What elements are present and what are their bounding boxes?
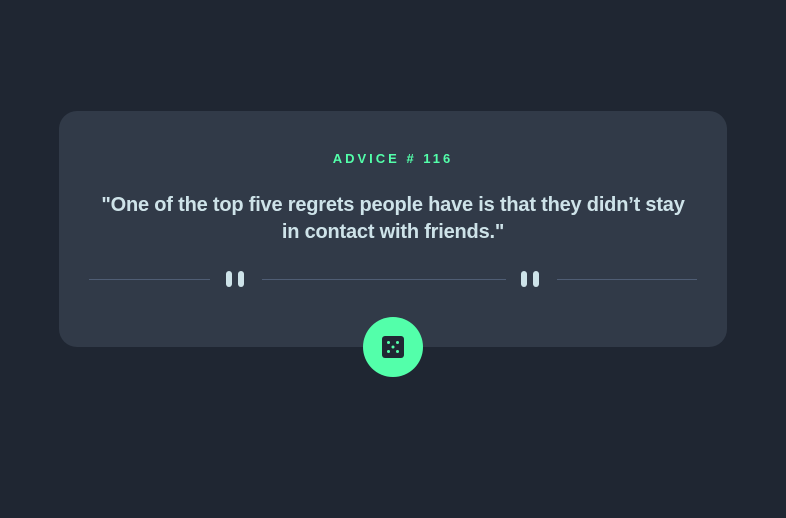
new-advice-button[interactable]	[363, 317, 423, 377]
advice-quote: "One of the top five regrets people have…	[101, 194, 685, 243]
dice-icon	[382, 336, 404, 358]
pause-icon	[226, 271, 247, 287]
divider-line-right	[557, 279, 697, 280]
divider-line-left	[89, 279, 210, 280]
pause-icon	[521, 271, 542, 287]
advice-id: ADVICE # 116	[332, 151, 454, 166]
divider-line-middle	[262, 279, 506, 280]
advice-card: ADVICE # 116 "One of the top five regret…	[59, 111, 727, 347]
